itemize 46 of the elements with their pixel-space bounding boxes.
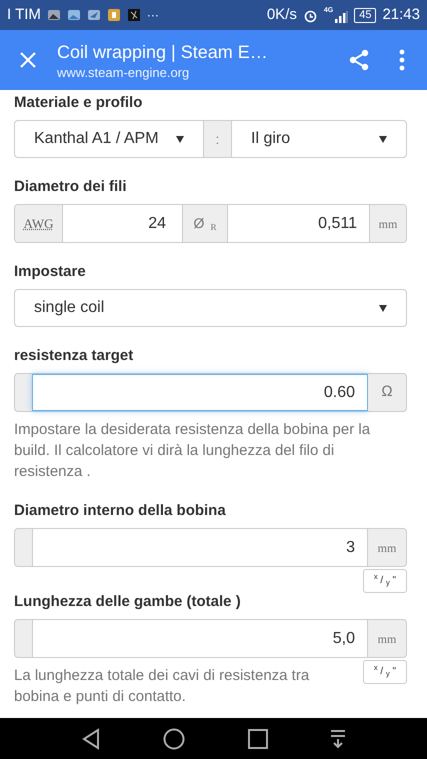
speed-text: 0K/s	[266, 4, 297, 25]
back-icon[interactable]	[81, 728, 102, 750]
app-icon	[126, 8, 141, 22]
dropdown[interactable]: Kanthal A1 / APM	[15, 121, 203, 157]
input-field[interactable]: 3	[32, 529, 368, 566]
carrier-text: I TIM	[7, 4, 41, 25]
image-icon	[46, 8, 61, 22]
field-label: resistenza target	[14, 347, 134, 365]
field-label: Diametro dei fili	[14, 178, 128, 196]
recents-icon[interactable]	[248, 728, 268, 748]
unit-toggle-button[interactable]: $^{x}$ / $_{y}$ "	[363, 569, 407, 593]
image-icon	[66, 8, 81, 22]
dropdown[interactable]: Il giro	[232, 121, 406, 157]
more-text: ···	[146, 7, 159, 24]
unit-toggle-button[interactable]: $^{x}$ / $_{y}$ "	[363, 660, 407, 684]
wire-diameter-field[interactable]: AWG 24 Ø R 0,511 mm	[14, 204, 407, 243]
signal-icon	[334, 11, 348, 23]
separator-text: :	[203, 121, 232, 157]
input-field[interactable]: 0.60	[32, 374, 368, 411]
close-icon[interactable]	[19, 51, 37, 69]
caret-icon	[379, 136, 387, 142]
caret-icon	[379, 304, 387, 312]
field-label: Lunghezza delle gambe (totale )	[14, 593, 242, 611]
help-text: La lunghezza totale dei cavi di resistenza tra bobina e punti di contatto.	[14, 666, 310, 707]
notification-shade-icon[interactable]	[330, 728, 346, 748]
unit-label: AWG	[15, 205, 63, 242]
subscript-text: R	[210, 220, 216, 234]
input-field[interactable]: 5,0	[32, 620, 368, 657]
caret-icon	[176, 136, 184, 142]
clock-text: 21:43	[382, 4, 420, 25]
field-label: Materiale e profilo	[14, 94, 144, 112]
field-label: Impostare	[14, 263, 87, 281]
unit-label: mm	[369, 205, 406, 242]
page-url: www.steam-engine.org	[57, 64, 190, 80]
dropdown[interactable]: single coil	[14, 289, 407, 327]
diameter-text: Ø	[194, 214, 204, 233]
home-icon[interactable]	[163, 728, 186, 750]
app-icon	[106, 8, 121, 22]
page-title: Coil wrapping | Steam E…	[57, 40, 269, 64]
share-icon[interactable]	[347, 48, 371, 72]
help-text: Impostare la desiderata resistenza della bobina per la build. Il calcolatore vi dirà la lunghezza del filo di resistenza .	[14, 420, 372, 482]
more-icon[interactable]	[399, 49, 405, 71]
battery-level: 45	[354, 8, 376, 22]
field-label: Diametro interno della bobina	[14, 502, 227, 520]
message-icon	[86, 8, 101, 22]
alarm-icon	[302, 8, 318, 22]
